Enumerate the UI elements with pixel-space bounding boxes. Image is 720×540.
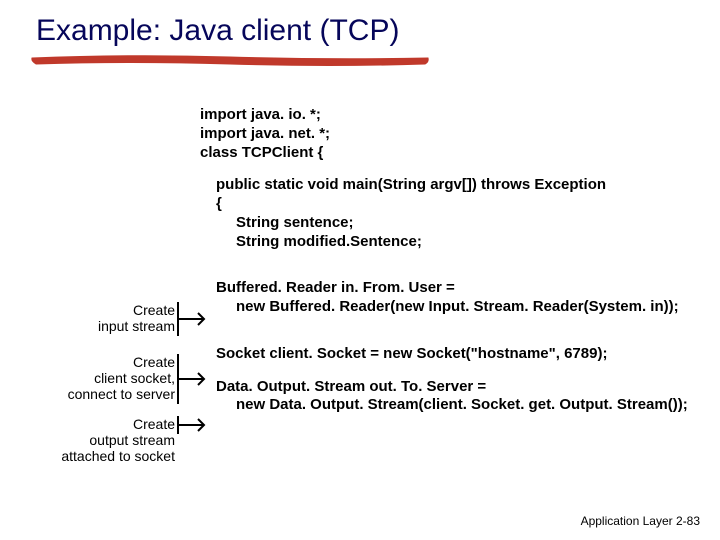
code-line: Socket client. Socket = new Socket("host… [200,345,688,364]
annotation-line: Create [45,416,175,432]
code-line: String sentence; [200,214,688,233]
annotation-input-stream: Create input stream [70,302,175,334]
arrow-icon [176,414,212,436]
code-line: Buffered. Reader in. From. User = [200,279,688,298]
code-line: class TCPClient { [200,144,688,163]
annotation-client-socket: Create client socket, connect to server [50,354,175,402]
arrow-icon [176,352,212,408]
annotation-line: connect to server [50,386,175,402]
slide-title: Example: Java client (TCP) [36,14,399,48]
annotation-line: client socket, [50,370,175,386]
page-number: 2-83 [676,514,700,528]
code-line: Data. Output. Stream out. To. Server = [200,378,688,397]
arrow-icon [176,300,212,340]
annotation-line: input stream [70,318,175,334]
code-line: public static void main(String argv[]) t… [200,176,688,195]
annotation-line: output stream [45,432,175,448]
slide-footer: Application Layer 2-83 [581,514,700,528]
annotation-line: Create [70,302,175,318]
code-line: import java. io. *; [200,106,688,125]
annotation-line: attached to socket [45,448,175,464]
code-line: new Data. Output. Stream(client. Socket.… [200,396,688,415]
annotation-line: Create [50,354,175,370]
annotation-output-stream: Create output stream attached to socket [45,416,175,464]
footer-label: Application Layer [581,514,673,528]
title-underline [30,52,440,72]
code-line: import java. net. *; [200,125,688,144]
code-line: { [200,195,688,214]
code-line: new Buffered. Reader(new Input. Stream. … [200,298,688,317]
code-line: String modified.Sentence; [200,233,688,252]
code-block: import java. io. *; import java. net. *;… [200,106,688,415]
